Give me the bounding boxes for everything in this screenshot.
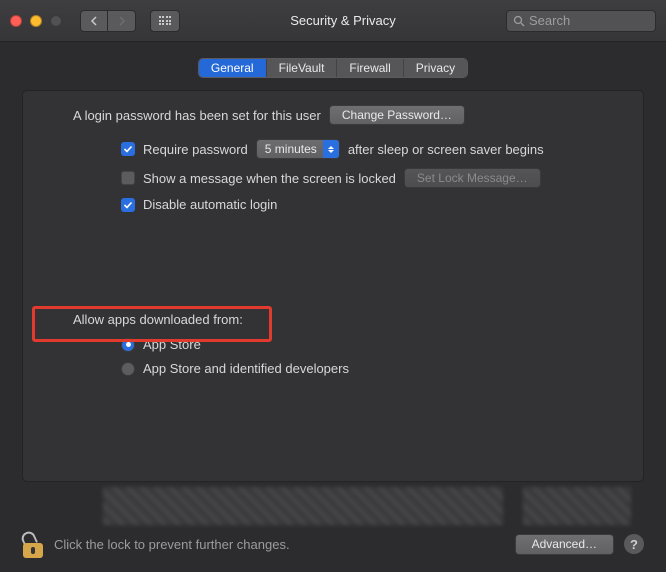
back-button[interactable] [80,10,108,32]
advanced-button[interactable]: Advanced… [515,534,614,555]
radio-identified-developers-label: App Store and identified developers [143,361,349,376]
require-password-checkbox[interactable] [121,142,135,156]
tab-bar: General FileVault Firewall Privacy [0,58,666,78]
content-panel: A login password has been set for this u… [22,90,644,482]
tab-filevault[interactable]: FileVault [267,59,338,77]
require-password-delay-select[interactable]: 5 minutes [256,139,340,159]
show-all-button[interactable] [150,10,180,32]
search-input[interactable]: Search [506,10,656,32]
change-password-button[interactable]: Change Password… [329,105,465,125]
set-lock-message-button: Set Lock Message… [404,168,541,188]
tab-privacy[interactable]: Privacy [404,59,467,77]
select-arrows-icon [323,140,339,158]
tab-general[interactable]: General [199,59,267,77]
radio-identified-developers[interactable] [121,362,135,376]
grid-icon [159,16,172,25]
show-lock-message-checkbox[interactable] [121,171,135,185]
lock-hint-text: Click the lock to prevent further change… [54,537,505,552]
window-title: Security & Privacy [188,13,498,28]
radio-app-store[interactable] [121,338,135,352]
disable-auto-login-label: Disable automatic login [143,197,277,212]
show-lock-message-label: Show a message when the screen is locked [143,171,396,186]
forward-button [108,10,136,32]
login-password-status: A login password has been set for this u… [73,108,321,123]
disable-auto-login-checkbox[interactable] [121,198,135,212]
require-password-label: Require password [143,142,248,157]
allow-apps-label: Allow apps downloaded from: [73,312,623,327]
window-controls [10,15,62,27]
nav-buttons [80,10,136,32]
require-password-delay-value: 5 minutes [265,142,317,156]
search-placeholder: Search [529,13,570,28]
footer: Click the lock to prevent further change… [0,516,666,572]
help-button[interactable]: ? [624,534,644,554]
zoom-window-button [50,15,62,27]
search-icon [513,15,525,27]
minimize-window-button[interactable] [30,15,42,27]
radio-app-store-label: App Store [143,337,201,352]
close-window-button[interactable] [10,15,22,27]
require-password-suffix: after sleep or screen saver begins [348,142,544,157]
lock-icon[interactable] [22,530,44,558]
tab-firewall[interactable]: Firewall [337,59,403,77]
window-titlebar: Security & Privacy Search [0,0,666,42]
